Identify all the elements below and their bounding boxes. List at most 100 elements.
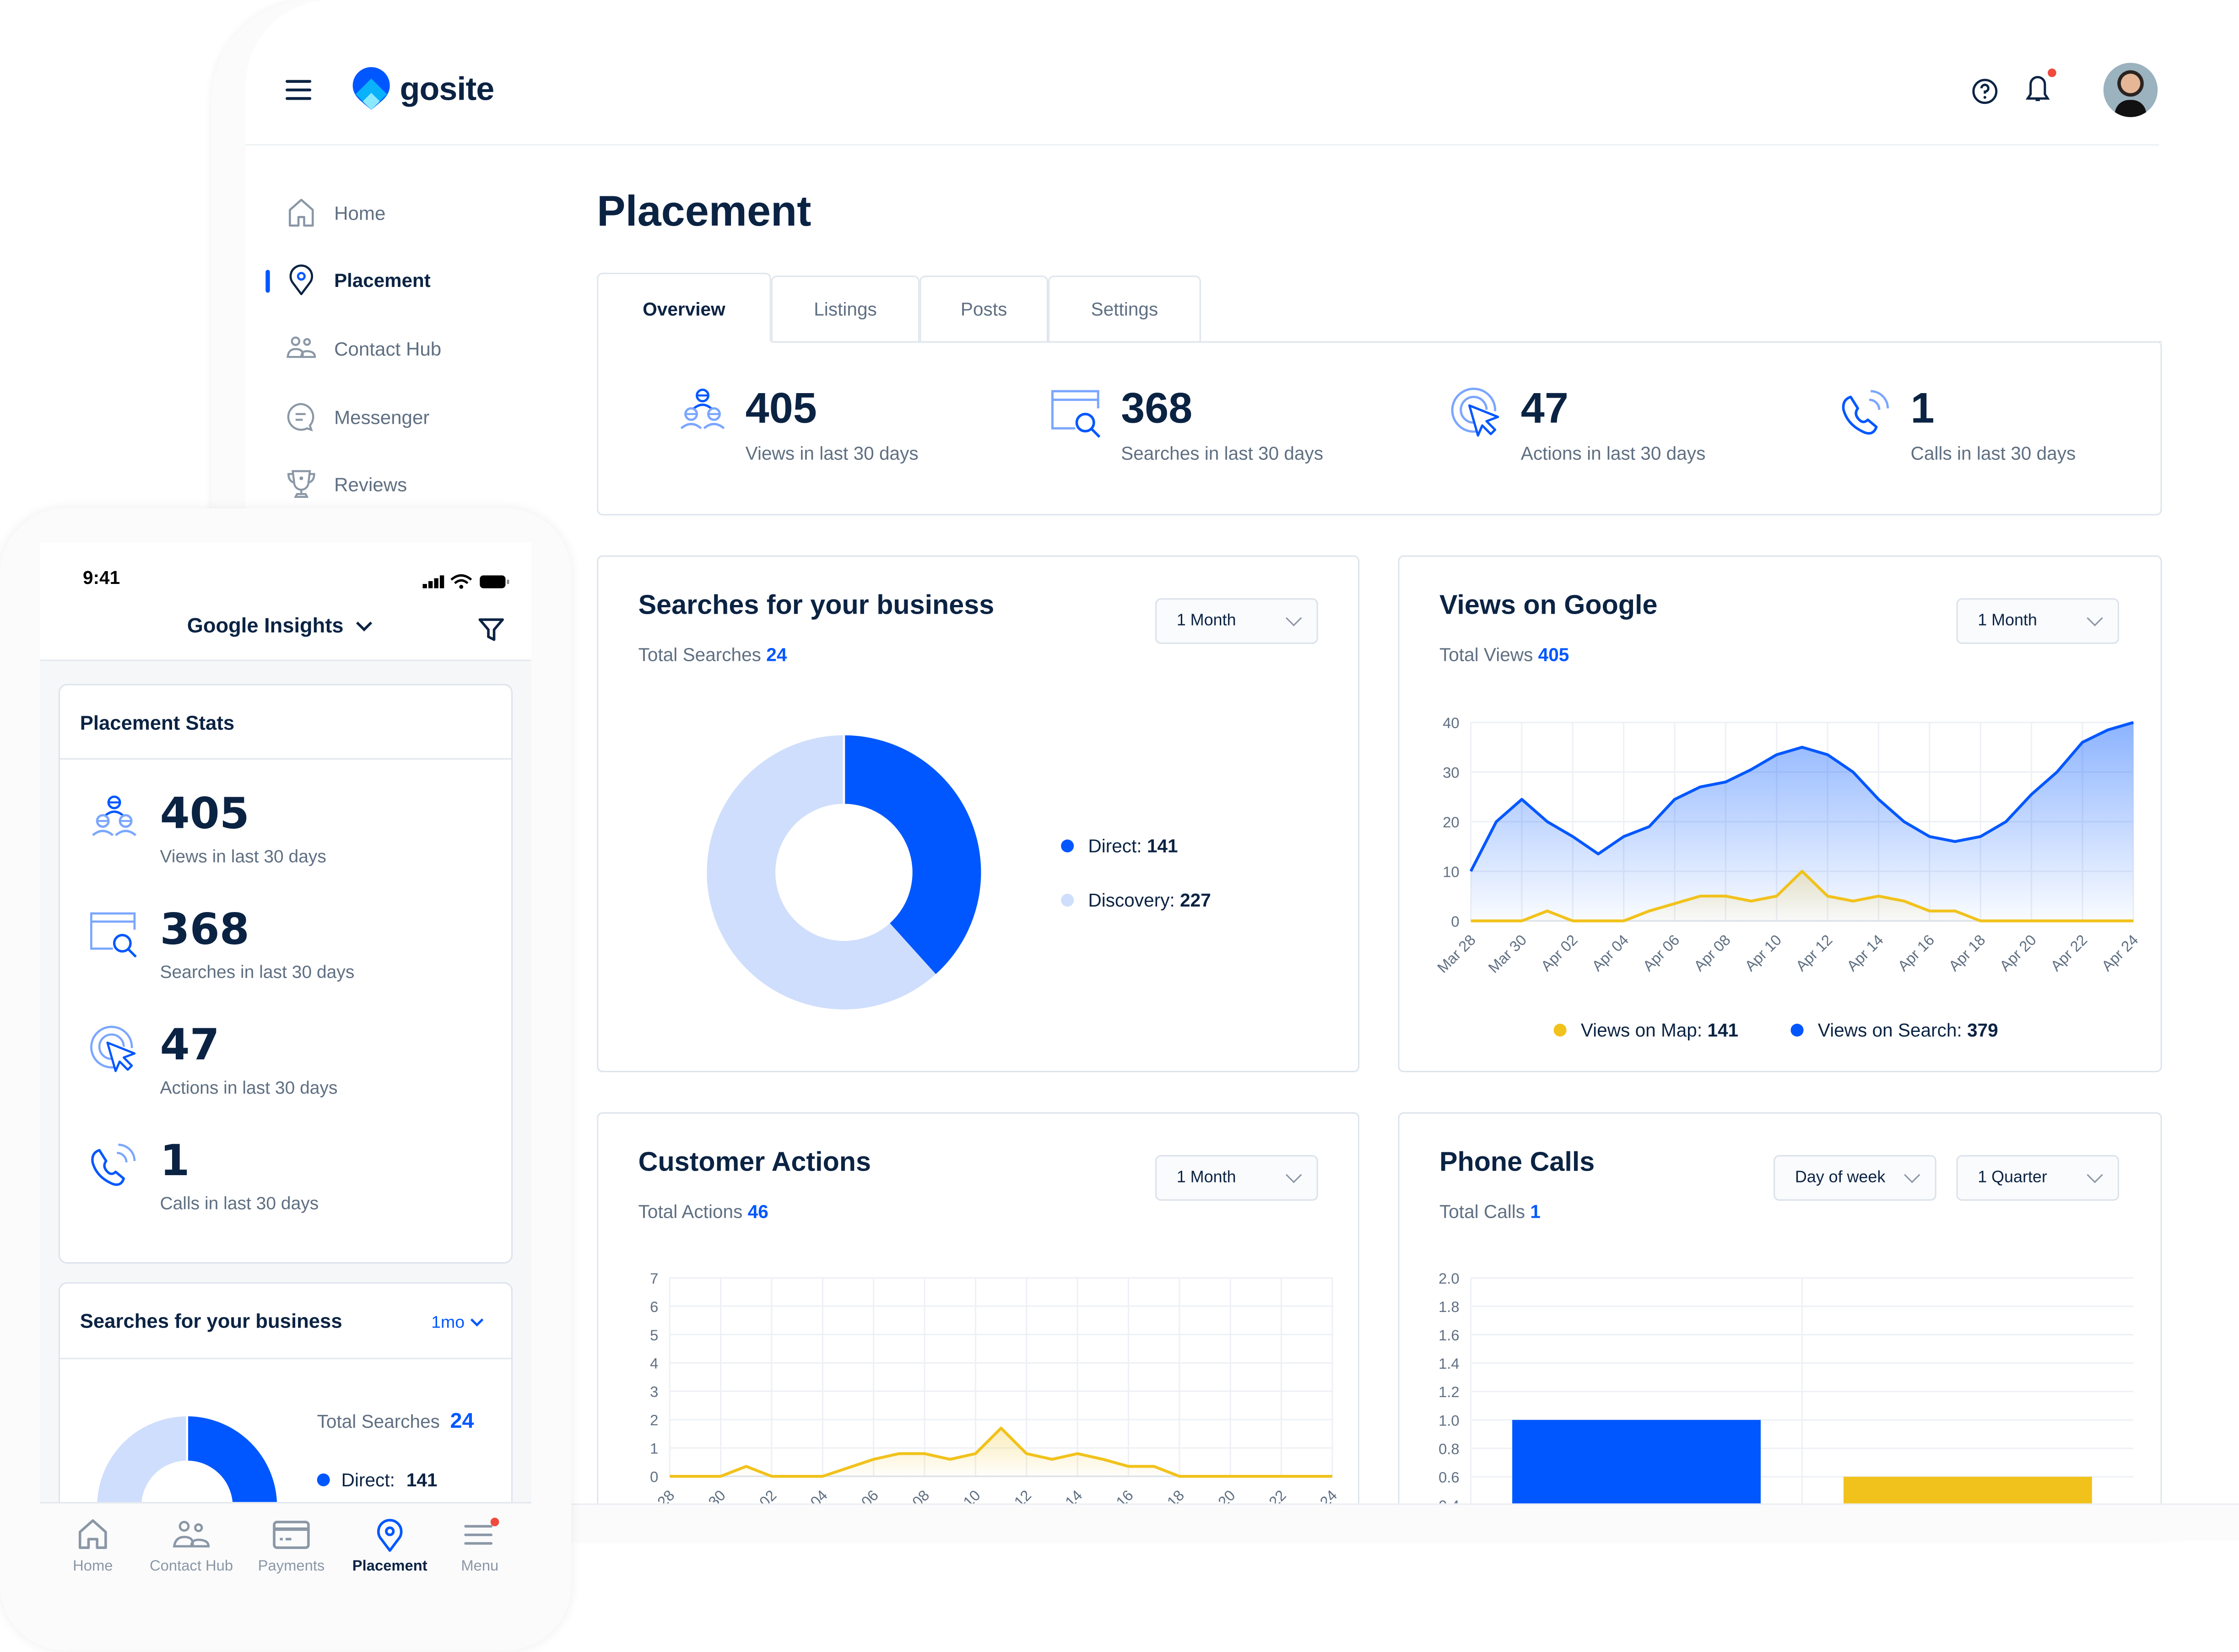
sidebar-item-label: Contact Hub bbox=[334, 337, 442, 359]
stat-label: Searches in last 30 days bbox=[160, 962, 355, 983]
filter-button[interactable] bbox=[478, 617, 504, 650]
stat-value: 405 bbox=[160, 789, 249, 840]
y-tick-label: 0 bbox=[1451, 913, 1459, 930]
mobile-header bbox=[40, 542, 531, 660]
click-cursor-icon bbox=[1451, 388, 1499, 437]
legend-dot bbox=[1553, 1024, 1567, 1037]
tab-listings[interactable]: Listings bbox=[771, 275, 920, 341]
x-tick-label: Apr 12 bbox=[1792, 931, 1835, 974]
dropdown-value: 1 Month bbox=[1176, 1169, 1236, 1187]
help-button[interactable] bbox=[1971, 77, 1999, 113]
brand-logo[interactable]: gosite bbox=[352, 66, 494, 112]
stat-value: 368 bbox=[1121, 385, 1193, 433]
calls-bar-chart: 0.40.60.81.01.21.41.61.82.0 bbox=[1439, 1270, 2134, 1541]
placement-stats-card: Placement Stats 405 Views in last 30 days… bbox=[58, 684, 513, 1264]
tabbar-item-home[interactable]: Home bbox=[44, 1518, 141, 1575]
insights-selector[interactable]: Google Insights bbox=[187, 615, 372, 638]
tabbar-item-placement[interactable]: Placement bbox=[341, 1518, 438, 1575]
legend-views-map: Views on Map: 141 bbox=[1553, 1020, 1738, 1041]
x-tick-label: Apr 04 bbox=[1589, 931, 1632, 974]
x-tick-label: Apr 20 bbox=[1996, 931, 2039, 974]
stat-label: Views in last 30 days bbox=[160, 847, 326, 867]
x-tick-label: Apr 10 bbox=[1741, 931, 1785, 974]
divider bbox=[60, 758, 511, 760]
x-tick-label: Apr 18 bbox=[1945, 931, 1988, 974]
card-title: Placement Stats bbox=[80, 711, 235, 734]
home-icon bbox=[78, 1519, 107, 1549]
tabbar-item-contact-hub[interactable]: Contact Hub bbox=[143, 1518, 240, 1575]
insights-title: Google Insights bbox=[187, 615, 344, 638]
dropdown-value: Day of week bbox=[1795, 1169, 1886, 1187]
hamburger-menu-button[interactable] bbox=[286, 74, 312, 106]
legend-label: Views on Search: 379 bbox=[1817, 1019, 1998, 1041]
total-label: Total Views bbox=[1439, 644, 1533, 665]
chevron-down-icon bbox=[1286, 1167, 1302, 1183]
stat-actions: 47 Actions in last 30 days bbox=[1449, 385, 1705, 464]
notifications-button[interactable] bbox=[2023, 68, 2058, 113]
total-value: 405 bbox=[1538, 644, 1569, 665]
x-tick-label: Apr 22 bbox=[2047, 931, 2090, 974]
x-tick-label: Mar 30 bbox=[1485, 931, 1530, 976]
total-views: Total Views 405 bbox=[1439, 644, 1569, 665]
stat-value: 47 bbox=[1520, 385, 1568, 433]
contacts-icon bbox=[287, 336, 316, 358]
searches-donut-chart bbox=[707, 735, 981, 1010]
click-cursor-icon bbox=[90, 1026, 136, 1072]
tabbar-label: Contact Hub bbox=[150, 1557, 233, 1575]
sidebar-item-home[interactable]: Home bbox=[286, 197, 385, 229]
tab-settings[interactable]: Settings bbox=[1048, 275, 1201, 341]
sidebar-item-placement[interactable]: Placement bbox=[286, 264, 431, 296]
chevron-down-icon bbox=[355, 621, 372, 632]
total-label: Total Searches bbox=[638, 644, 761, 665]
help-circle-icon bbox=[1972, 79, 1998, 104]
chevron-down-icon bbox=[2087, 610, 2103, 626]
period-dropdown[interactable]: 1 Month bbox=[1155, 598, 1318, 644]
y-tick-label: 6 bbox=[650, 1298, 658, 1315]
status-icons bbox=[422, 571, 511, 597]
group-by-dropdown[interactable]: Day of week bbox=[1774, 1155, 1936, 1201]
area-fill-actions bbox=[670, 1428, 1332, 1477]
avatar[interactable] bbox=[2103, 63, 2158, 117]
card-title: Customer Actions bbox=[638, 1148, 871, 1178]
total-value: 1 bbox=[1530, 1200, 1541, 1222]
tabbar-item-payments[interactable]: Payments bbox=[243, 1518, 340, 1575]
page-title: Placement bbox=[597, 188, 811, 236]
period-value: 1mo bbox=[431, 1312, 465, 1332]
phone-calls-card: Phone Calls Total Calls 1 Day of week 1 … bbox=[1398, 1112, 2162, 1541]
y-tick-label: 7 bbox=[650, 1270, 658, 1287]
legend-label: Direct: bbox=[341, 1469, 395, 1491]
y-tick-label: 3 bbox=[650, 1383, 658, 1400]
y-tick-label: 2.0 bbox=[1439, 1270, 1460, 1287]
period-dropdown[interactable]: 1 Month bbox=[1155, 1155, 1318, 1201]
stat-calls: 1 Calls in last 30 days bbox=[1839, 385, 2076, 464]
tab-overview[interactable]: Overview bbox=[597, 272, 771, 343]
y-tick-label: 1.4 bbox=[1439, 1355, 1460, 1372]
total-label: Total Calls bbox=[1439, 1200, 1525, 1222]
y-tick-label: 10 bbox=[1443, 863, 1459, 880]
period-selector[interactable]: 1mo bbox=[431, 1312, 485, 1332]
stat-label: Views in last 30 days bbox=[745, 443, 919, 464]
tab-posts[interactable]: Posts bbox=[919, 275, 1049, 341]
views-people-icon bbox=[680, 389, 725, 429]
sidebar-item-contact-hub[interactable]: Contact Hub bbox=[286, 333, 441, 364]
sidebar-item-reviews[interactable]: Reviews bbox=[286, 468, 407, 500]
y-tick-label: 0.6 bbox=[1439, 1468, 1460, 1485]
y-tick-label: 4 bbox=[650, 1355, 658, 1372]
card-title: Searches for your business bbox=[80, 1309, 342, 1332]
stat-label: Actions in last 30 days bbox=[160, 1078, 338, 1098]
tabbar-item-menu[interactable]: Menu bbox=[431, 1517, 528, 1575]
stat-value: 405 bbox=[745, 385, 817, 433]
tab-label: Posts bbox=[960, 298, 1007, 320]
sidebar-item-messenger[interactable]: Messenger bbox=[286, 401, 429, 433]
total-actions: Total Actions 46 bbox=[638, 1201, 768, 1222]
x-tick-label: Apr 06 bbox=[1639, 931, 1682, 974]
y-tick-label: 20 bbox=[1443, 814, 1459, 831]
period-dropdown[interactable]: 1 Month bbox=[1956, 598, 2120, 644]
stat-label: Searches in last 30 days bbox=[1121, 443, 1324, 464]
trophy-icon bbox=[287, 470, 315, 498]
y-tick-label: 1.0 bbox=[1439, 1412, 1460, 1429]
total-value: 46 bbox=[747, 1200, 768, 1222]
period-dropdown[interactable]: 1 Quarter bbox=[1956, 1155, 2120, 1201]
tabbar-label: Payments bbox=[258, 1557, 325, 1575]
legend-discovery: Discovery: 227 bbox=[1061, 890, 1211, 911]
